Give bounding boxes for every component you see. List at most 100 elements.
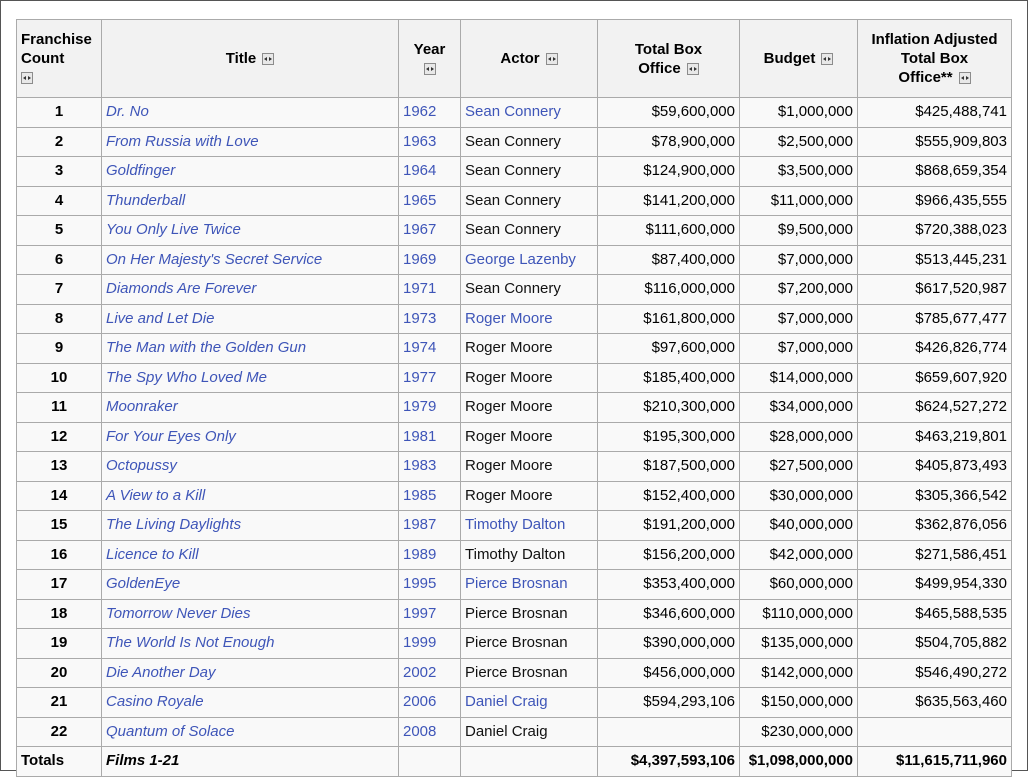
film-year-link[interactable]: 1969 — [398, 244, 461, 275]
inflation-adjusted-cell: $659,607,920 — [857, 362, 1012, 393]
header-inflation-adjusted[interactable]: Inflation Adjusted Total Box Office** — [857, 19, 1012, 98]
budget-cell: $60,000,000 — [739, 569, 858, 600]
film-year-link[interactable]: 1971 — [398, 274, 461, 305]
film-year-link[interactable]: 1962 — [398, 97, 461, 128]
film-title-link[interactable]: Diamonds Are Forever — [101, 274, 399, 305]
header-year-label: Year — [413, 40, 446, 58]
franchise-count-cell: 16 — [16, 539, 102, 570]
film-title-link[interactable]: For Your Eyes Only — [101, 421, 399, 452]
film-title-link[interactable]: The Man with the Golden Gun — [101, 333, 399, 364]
film-year-link[interactable]: 2008 — [398, 716, 461, 747]
box-office-cell: $185,400,000 — [597, 362, 740, 393]
film-title-link[interactable]: You Only Live Twice — [101, 215, 399, 246]
sort-toggle-icon[interactable] — [686, 62, 699, 75]
header-count-line2: Count — [21, 50, 65, 67]
film-title-link[interactable]: Octopussy — [101, 451, 399, 482]
film-year-link[interactable]: 1983 — [398, 451, 461, 482]
sort-toggle-icon[interactable] — [545, 53, 558, 66]
film-title-link[interactable]: Licence to Kill — [101, 539, 399, 570]
film-rows: 1 Dr. No 1962 Sean Connery $59,600,000 $1,000… — [16, 97, 1012, 747]
film-title-link[interactable]: Die Another Day — [101, 657, 399, 688]
film-title-link[interactable]: Casino Royale — [101, 687, 399, 718]
actor-link[interactable]: Roger Moore — [460, 303, 598, 334]
film-title-link[interactable]: Live and Let Die — [101, 303, 399, 334]
franchise-count-cell: 9 — [16, 333, 102, 364]
film-title-link[interactable]: Moonraker — [101, 392, 399, 423]
film-year-link[interactable]: 1981 — [398, 421, 461, 452]
header-title[interactable]: Title — [101, 19, 399, 98]
film-year-link[interactable]: 1964 — [398, 156, 461, 187]
film-title-link[interactable]: GoldenEye — [101, 569, 399, 600]
budget-cell: $142,000,000 — [739, 657, 858, 688]
film-title-link[interactable]: On Her Majesty's Secret Service — [101, 244, 399, 275]
bond-films-table: Franchise Count Title Year Actor Total B… — [16, 19, 1012, 777]
header-box-line2: Office — [638, 59, 681, 77]
film-title-link[interactable]: A View to a Kill — [101, 480, 399, 511]
franchise-count-cell: 4 — [16, 185, 102, 216]
film-year-link[interactable]: 1973 — [398, 303, 461, 334]
actor-link[interactable]: Sean Connery — [460, 97, 598, 128]
box-office-cell: $191,200,000 — [597, 510, 740, 541]
actor-cell: Sean Connery — [460, 215, 598, 246]
header-actor[interactable]: Actor — [460, 19, 598, 98]
inflation-adjusted-cell: $465,588,535 — [857, 598, 1012, 629]
film-title-link[interactable]: The Spy Who Loved Me — [101, 362, 399, 393]
header-adj-line1: Inflation Adjusted — [871, 31, 998, 48]
film-title-link[interactable]: Thunderball — [101, 185, 399, 216]
franchise-count-cell: 17 — [16, 569, 102, 600]
actor-cell: Roger Moore — [460, 333, 598, 364]
budget-cell: $7,200,000 — [739, 274, 858, 305]
sort-toggle-icon[interactable] — [821, 53, 834, 66]
header-total-box-office[interactable]: Total Box Office — [597, 19, 740, 98]
film-year-link[interactable]: 1979 — [398, 392, 461, 423]
film-year-link[interactable]: 2002 — [398, 657, 461, 688]
table-row: 12 For Your Eyes Only 1981 Roger Moore $195,… — [16, 421, 1012, 452]
header-budget[interactable]: Budget — [739, 19, 858, 98]
table-row: 4 Thunderball 1965 Sean Connery $141,200,000… — [16, 185, 1012, 216]
film-title-link[interactable]: The World Is Not Enough — [101, 628, 399, 659]
actor-link[interactable]: Timothy Dalton — [460, 510, 598, 541]
header-title-label: Title — [225, 50, 257, 67]
actor-cell: Pierce Brosnan — [460, 598, 598, 629]
film-year-link[interactable]: 1985 — [398, 480, 461, 511]
film-year-link[interactable]: 1974 — [398, 333, 461, 364]
table-row: 5 You Only Live Twice 1967 Sean Connery $111… — [16, 215, 1012, 246]
table-row: 21 Casino Royale 2006 Daniel Craig $594,293,… — [16, 687, 1012, 718]
film-title-link[interactable]: From Russia with Love — [101, 126, 399, 157]
actor-cell: Timothy Dalton — [460, 539, 598, 570]
sort-toggle-icon[interactable] — [262, 53, 275, 66]
film-year-link[interactable]: 1995 — [398, 569, 461, 600]
film-year-link[interactable]: 1999 — [398, 628, 461, 659]
table-row: 9 The Man with the Golden Gun 1974 Roger Mo… — [16, 333, 1012, 364]
actor-link[interactable]: George Lazenby — [460, 244, 598, 275]
film-year-link[interactable]: 1963 — [398, 126, 461, 157]
film-year-link[interactable]: 1977 — [398, 362, 461, 393]
film-year-link[interactable]: 1967 — [398, 215, 461, 246]
film-year-link[interactable]: 1965 — [398, 185, 461, 216]
film-title-link[interactable]: The Living Daylights — [101, 510, 399, 541]
film-title-link[interactable]: Goldfinger — [101, 156, 399, 187]
table-row: 6 On Her Majesty's Secret Service 1969 Geor… — [16, 244, 1012, 275]
actor-cell: Pierce Brosnan — [460, 657, 598, 688]
box-office-cell: $116,000,000 — [597, 274, 740, 305]
table-row: 14 A View to a Kill 1985 Roger Moore $152,40… — [16, 480, 1012, 511]
film-year-link[interactable]: 1997 — [398, 598, 461, 629]
inflation-adjusted-cell: $425,488,741 — [857, 97, 1012, 128]
sort-toggle-icon[interactable] — [423, 62, 436, 75]
table-row: 17 GoldenEye 1995 Pierce Brosnan $353,400,00… — [16, 569, 1012, 600]
header-franchise-count[interactable]: Franchise Count — [16, 19, 102, 98]
actor-link[interactable]: Daniel Craig — [460, 687, 598, 718]
film-year-link[interactable]: 2006 — [398, 687, 461, 718]
budget-cell: $135,000,000 — [739, 628, 858, 659]
film-year-link[interactable]: 1987 — [398, 510, 461, 541]
film-title-link[interactable]: Dr. No — [101, 97, 399, 128]
film-title-link[interactable]: Quantum of Solace — [101, 716, 399, 747]
actor-link[interactable]: Pierce Brosnan — [460, 569, 598, 600]
header-year[interactable]: Year — [398, 19, 461, 98]
box-office-cell: $78,900,000 — [597, 126, 740, 157]
sort-toggle-icon[interactable] — [21, 72, 33, 85]
film-title-link[interactable]: Tomorrow Never Dies — [101, 598, 399, 629]
totals-year — [398, 746, 461, 777]
film-year-link[interactable]: 1989 — [398, 539, 461, 570]
sort-toggle-icon[interactable] — [958, 72, 971, 85]
